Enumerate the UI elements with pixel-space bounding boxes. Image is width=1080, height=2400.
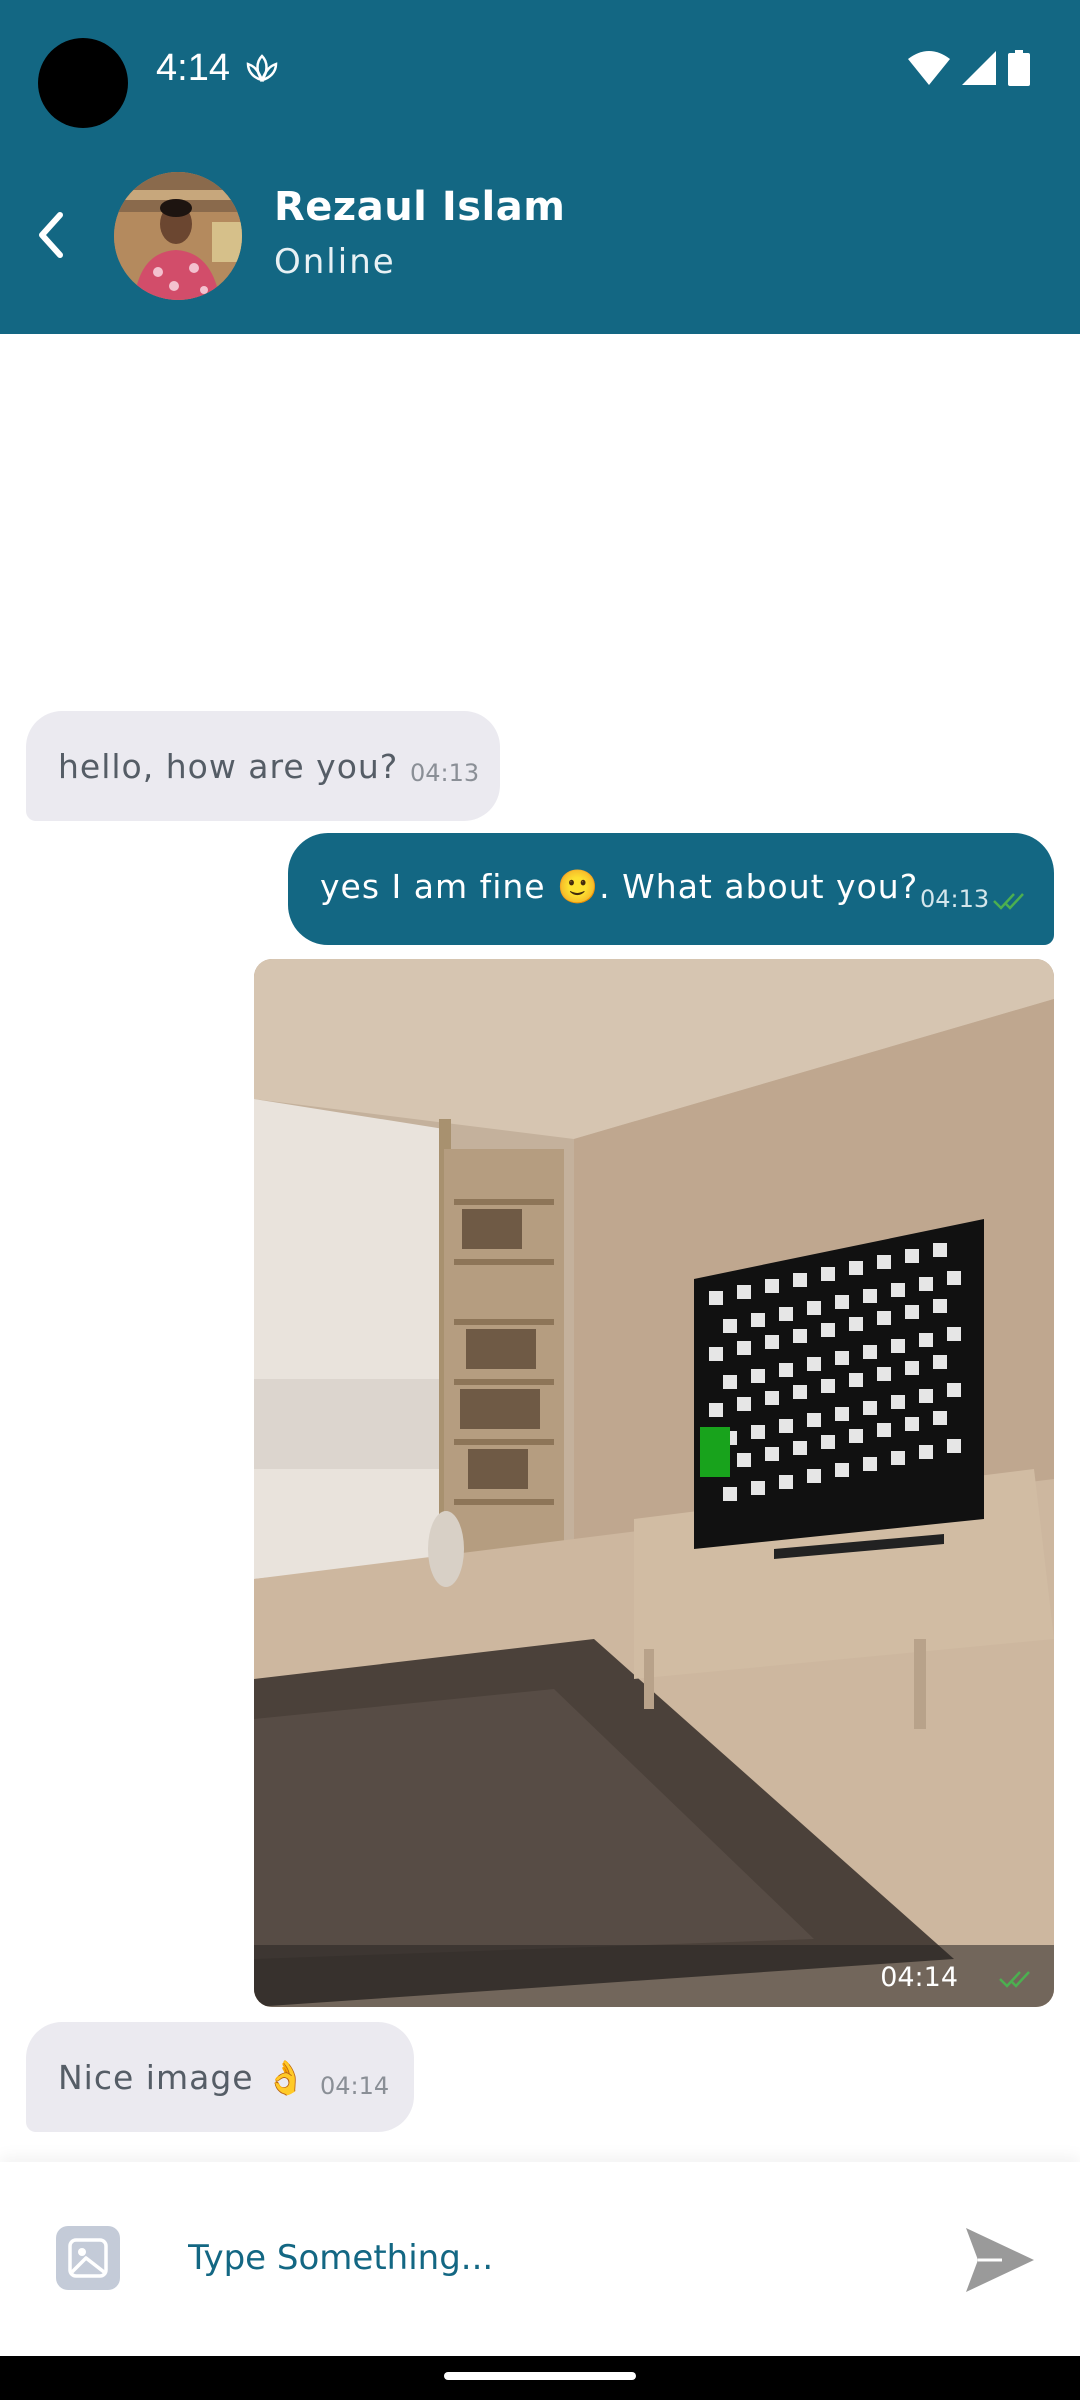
status-bar: 4:14 — [0, 0, 1080, 134]
battery-icon — [1008, 50, 1030, 86]
incoming-message[interactable]: Nice image 👌 04:14 — [26, 2022, 414, 2132]
send-icon[interactable] — [962, 2224, 1038, 2296]
message-time: 04:13 — [920, 885, 990, 913]
message-time: 04:14 — [320, 2072, 390, 2100]
double-check-icon — [999, 1971, 1030, 1988]
gallery-button[interactable] — [56, 2226, 120, 2290]
contact-name[interactable]: Rezaul Islam — [274, 184, 565, 230]
status-time: 4:14 — [156, 47, 230, 89]
home-handle[interactable] — [444, 2372, 636, 2380]
image-message[interactable]: 04:14 — [254, 959, 1054, 2007]
chat-header: Rezaul Islam Online — [0, 134, 1080, 334]
message-composer — [0, 2162, 1080, 2356]
lotus-icon — [246, 54, 278, 83]
avatar[interactable] — [114, 172, 242, 300]
gallery-icon — [68, 2238, 108, 2278]
back-icon[interactable] — [30, 209, 72, 261]
message-text: hello, how are you? — [58, 747, 399, 786]
outgoing-message[interactable]: yes I am fine 🙂. What about you? 04:13 — [288, 833, 1054, 945]
camera-cutout — [38, 38, 128, 128]
wifi-icon — [908, 51, 950, 85]
shared-image — [254, 959, 1054, 2007]
system-navigation-bar — [0, 2356, 1080, 2400]
contact-status: Online — [274, 242, 396, 282]
message-input[interactable] — [186, 2212, 930, 2304]
double-check-icon — [993, 893, 1024, 910]
message-time: 04:13 — [410, 759, 480, 787]
message-text: Nice image 👌 — [58, 2058, 308, 2097]
message-time: 04:14 — [880, 1962, 958, 1993]
message-text: yes I am fine 🙂. What about you? — [320, 867, 919, 906]
signal-icon — [962, 51, 996, 85]
incoming-message[interactable]: hello, how are you? 04:13 — [26, 711, 500, 821]
message-list[interactable]: hello, how are you? 04:13 yes I am fine … — [0, 334, 1080, 2162]
